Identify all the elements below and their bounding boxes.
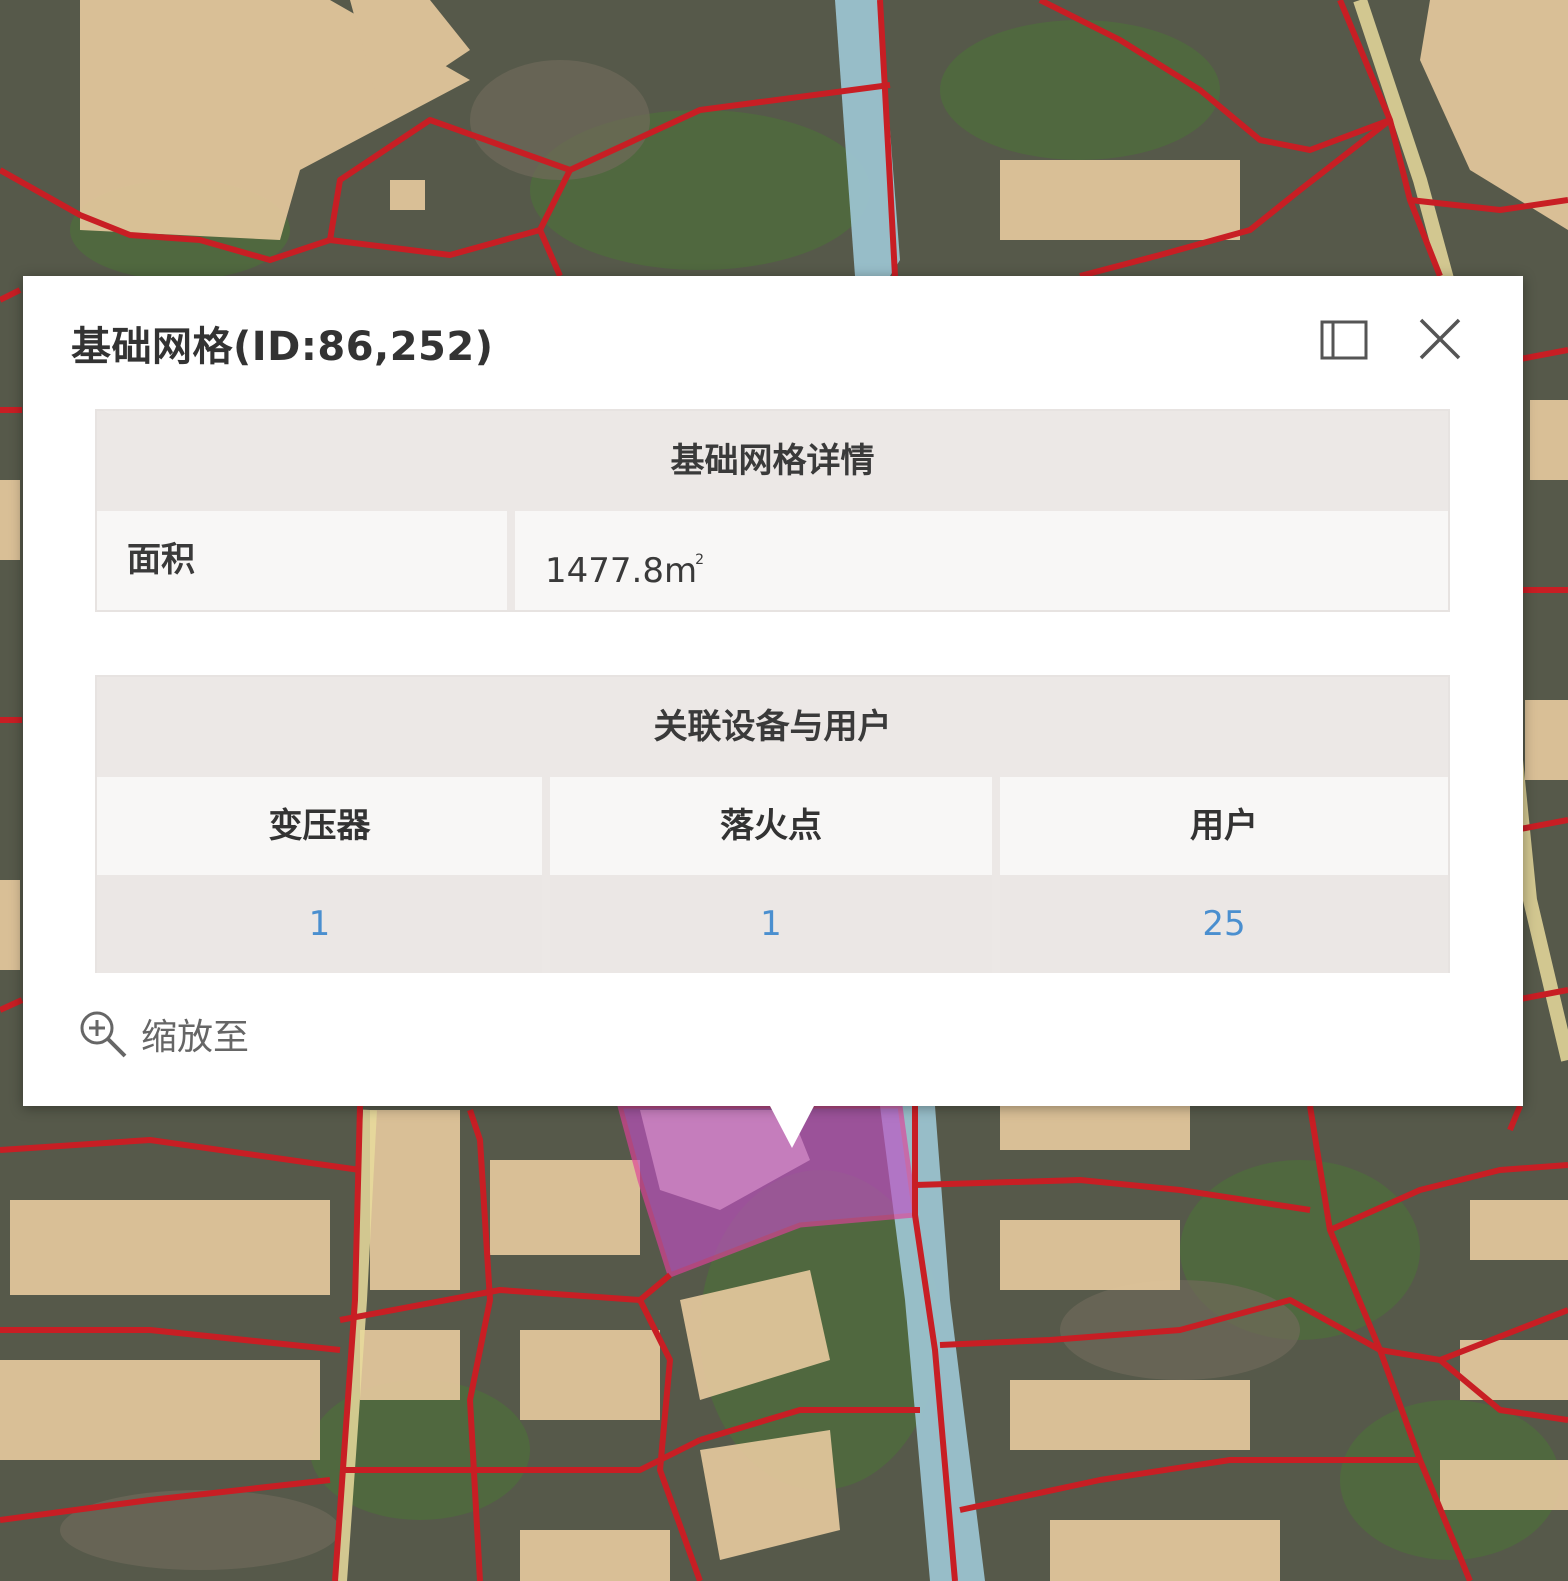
transformer-count-link[interactable]: 1 bbox=[97, 875, 550, 973]
area-value: 1477.8m2 bbox=[515, 511, 1448, 610]
popup-pointer bbox=[770, 1106, 814, 1148]
zoom-in-icon bbox=[80, 1011, 127, 1058]
details-table-header: 基础网格详情 bbox=[97, 411, 1448, 511]
dock-panel-icon bbox=[1320, 320, 1368, 360]
table-header-row: 变压器 落火点 用户 bbox=[97, 777, 1448, 875]
close-button[interactable] bbox=[1415, 316, 1465, 364]
close-icon bbox=[1419, 318, 1461, 360]
area-label: 面积 bbox=[97, 511, 515, 610]
user-count-link[interactable]: 25 bbox=[1000, 875, 1448, 973]
zoom-to-label: 缩放至 bbox=[141, 1017, 250, 1058]
table-row: 面积 1477.8m2 bbox=[97, 511, 1448, 610]
column-header-users: 用户 bbox=[1000, 777, 1448, 875]
dock-panel-button[interactable] bbox=[1319, 316, 1369, 364]
area-unit-superscript: 2 bbox=[695, 552, 705, 568]
column-header-transformer: 变压器 bbox=[97, 777, 550, 875]
drop-point-count-link[interactable]: 1 bbox=[550, 875, 1000, 973]
area-value-number: 1477.8m bbox=[545, 551, 698, 591]
table-row: 1 1 25 bbox=[97, 875, 1448, 973]
related-table: 关联设备与用户 变压器 落火点 用户 1 1 25 bbox=[95, 675, 1450, 973]
related-table-header: 关联设备与用户 bbox=[97, 677, 1448, 777]
info-popup: 基础网格(ID:86,252) 基础网格详情 面积 1477.8m2 关联设备与… bbox=[23, 276, 1523, 1148]
details-table: 基础网格详情 面积 1477.8m2 bbox=[95, 409, 1450, 612]
zoom-to-button[interactable]: 缩放至 bbox=[77, 1006, 249, 1062]
column-header-drop-point: 落火点 bbox=[550, 777, 1000, 875]
popup-title: 基础网格(ID:86,252) bbox=[71, 324, 494, 370]
